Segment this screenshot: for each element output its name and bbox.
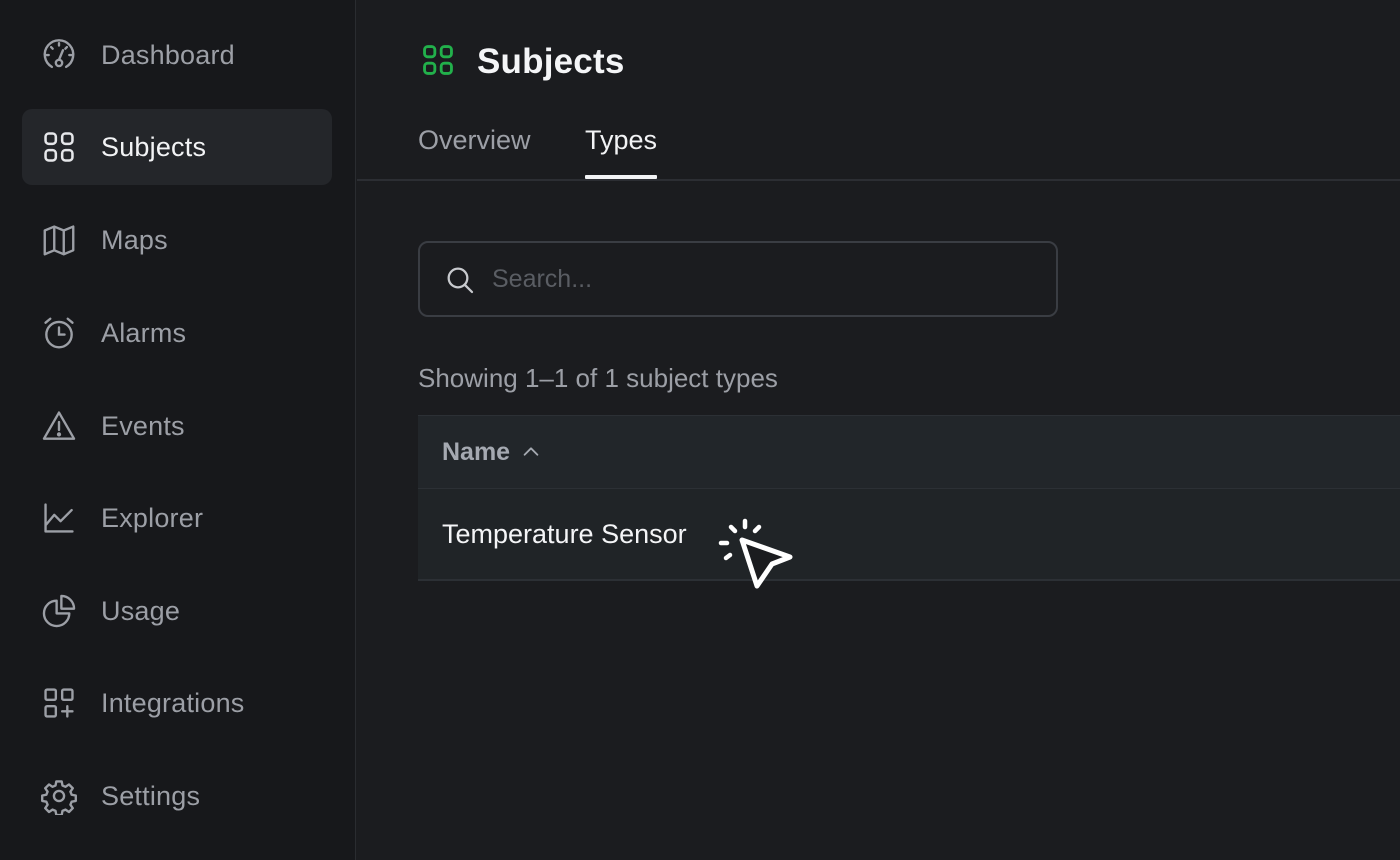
- cell-name[interactable]: Temperature Sensor: [442, 519, 687, 550]
- search-input[interactable]: [492, 255, 1032, 303]
- line-chart-icon: [39, 498, 79, 538]
- column-header-name[interactable]: Name: [442, 438, 542, 467]
- sidebar-item-label: Subjects: [101, 131, 207, 162]
- sidebar-item-usage[interactable]: Usage: [22, 573, 332, 649]
- grid-icon: [39, 127, 79, 167]
- sidebar-item-events[interactable]: Events: [22, 388, 332, 464]
- sidebar-item-explorer[interactable]: Explorer: [22, 480, 332, 556]
- subject-types-table: Name Temperature Sensor: [418, 415, 1400, 581]
- pie-chart-icon: [39, 591, 79, 631]
- page-title: Subjects: [477, 42, 625, 81]
- warning-triangle-icon: [39, 406, 79, 446]
- alarm-clock-icon: [39, 313, 79, 353]
- sidebar-item-label: Dashboard: [101, 39, 235, 70]
- sidebar-item-integrations[interactable]: Integrations: [22, 665, 332, 741]
- sidebar-item-label: Explorer: [101, 502, 204, 533]
- sidebar-item-subjects[interactable]: Subjects: [22, 109, 332, 185]
- tab-bar: Overview Types: [357, 105, 1400, 181]
- gauge-icon: [39, 35, 79, 75]
- tab-types[interactable]: Types: [585, 125, 658, 179]
- sidebar-item-label: Usage: [101, 595, 181, 626]
- gear-icon: [39, 776, 79, 816]
- sidebar: Dashboard Subjects Maps Alarms Events Ex…: [0, 0, 356, 860]
- table-row[interactable]: Temperature Sensor: [418, 489, 1400, 581]
- sidebar-item-alarms[interactable]: Alarms: [22, 295, 332, 371]
- sidebar-item-settings[interactable]: Settings: [22, 758, 332, 834]
- table-header: Name: [418, 415, 1400, 489]
- sidebar-item-label: Alarms: [101, 317, 187, 348]
- tab-overview[interactable]: Overview: [418, 125, 531, 179]
- main-content: Subjects Overview Types Showing 1–1 of 1…: [357, 0, 1400, 860]
- sidebar-item-label: Maps: [101, 224, 168, 255]
- chevron-up-icon: [523, 447, 539, 456]
- app-window: Dashboard Subjects Maps Alarms Events Ex…: [0, 0, 1400, 860]
- sidebar-item-label: Settings: [101, 780, 201, 811]
- column-header-label: Name: [442, 437, 511, 466]
- search-icon: [447, 267, 474, 294]
- sidebar-item-label: Events: [101, 410, 185, 441]
- page-header: Subjects: [419, 40, 624, 84]
- results-count: Showing 1–1 of 1 subject types: [418, 363, 778, 393]
- search-box[interactable]: [418, 241, 1058, 317]
- grid-icon: [419, 41, 457, 84]
- sidebar-item-dashboard[interactable]: Dashboard: [22, 17, 332, 93]
- apps-add-icon: [39, 683, 79, 723]
- sidebar-item-maps[interactable]: Maps: [22, 202, 332, 278]
- map-icon: [39, 220, 79, 260]
- sidebar-item-label: Integrations: [101, 687, 245, 718]
